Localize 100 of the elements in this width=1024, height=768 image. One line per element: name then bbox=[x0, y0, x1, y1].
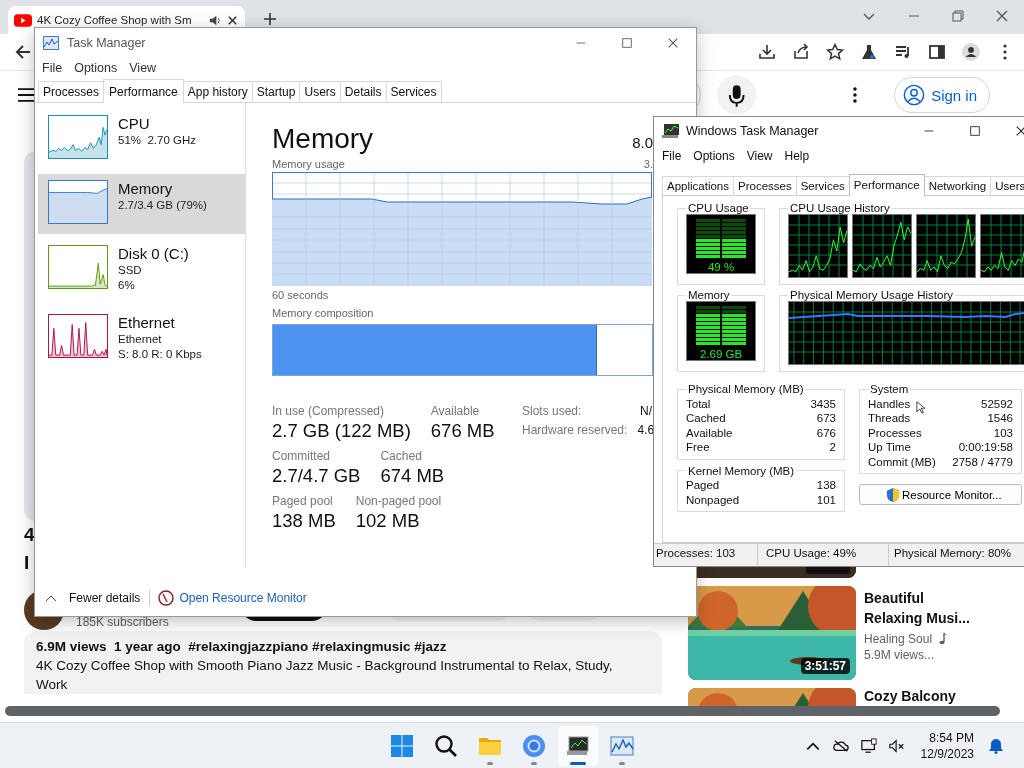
tab[interactable]: App history bbox=[182, 81, 253, 102]
tab[interactable]: Services bbox=[385, 81, 442, 102]
menu-item[interactable]: File bbox=[36, 60, 69, 75]
monitor-icon[interactable] bbox=[860, 738, 877, 754]
total-memory: 8.0 bbox=[632, 134, 653, 151]
resource-item[interactable]: Memory 2.7/3.4 GB (79%) bbox=[38, 174, 245, 234]
resource-item[interactable]: Disk 0 (C:) SSD 6% bbox=[38, 239, 245, 303]
menu-item[interactable]: View bbox=[740, 149, 779, 163]
menu-item[interactable]: File bbox=[656, 149, 688, 163]
stat-label: Up Time bbox=[868, 440, 911, 455]
duration-badge: 3:51:57 bbox=[800, 658, 850, 674]
chart-icon bbox=[43, 35, 59, 50]
close-icon[interactable] bbox=[226, 13, 239, 27]
video-title[interactable]: Beautiful Relaxing Musi... bbox=[864, 588, 982, 628]
description-box[interactable]: 6.9M views 1 year ago #relaxingjazzpiano #relaxingmusic #jazz 4K Cozy Coffee Shop with Smooth Piano Jazz Music - Background Instrumental to Relax, Study, Work bbox=[24, 631, 662, 694]
resource-detail: SSD bbox=[118, 263, 143, 278]
group-title: Physical Memory (MB) bbox=[687, 382, 805, 397]
description-text: Work bbox=[36, 676, 69, 694]
sign-in-button[interactable]: Sign in bbox=[894, 77, 990, 113]
graph-label: Memory usage bbox=[272, 158, 345, 170]
menu-item[interactable]: Options bbox=[68, 60, 124, 75]
group-title: System bbox=[869, 382, 910, 397]
spec-label: Slots used: bbox=[522, 404, 582, 418]
running-indicator bbox=[487, 762, 493, 765]
menu-item[interactable]: Options bbox=[687, 149, 741, 163]
fewer-details-link[interactable]: Fewer details bbox=[69, 591, 141, 605]
resource-monitor-button[interactable]: Resource Monitor... bbox=[859, 484, 1022, 505]
pointer-icon bbox=[916, 401, 925, 414]
shield-icon bbox=[886, 486, 900, 503]
status-bar-item: Processes: 103 bbox=[654, 544, 758, 566]
round-logo-icon bbox=[522, 734, 546, 758]
stat-value: 2.7/4.7 GB bbox=[272, 465, 361, 487]
window-title: Windows Task Manager bbox=[686, 124, 819, 138]
new-tab-icon[interactable] bbox=[263, 12, 277, 26]
search-icon bbox=[434, 734, 458, 758]
music-note-icon bbox=[938, 633, 947, 645]
resource-item[interactable]: Ethernet Ethernet S: 8.0 R: 0 Kbps bbox=[38, 308, 245, 372]
meter-reading: 49 % bbox=[707, 261, 735, 273]
resource-detail: Ethernet bbox=[118, 332, 163, 347]
resource-detail: 51% 2.70 GHz bbox=[118, 133, 196, 148]
group-title: Kernel Memory (MB) bbox=[687, 463, 796, 478]
resource-item[interactable]: CPU 51% 2.70 GHz bbox=[38, 109, 245, 169]
description-text: 4K Cozy Coffee Shop with Smooth Piano Jazz Music - Background Instrumental to Relax, Study, bbox=[36, 657, 614, 675]
video-title[interactable]: Cozy Balcony bbox=[864, 689, 982, 703]
tab[interactable]: Startup bbox=[251, 81, 301, 102]
cloud-off-icon[interactable] bbox=[832, 738, 849, 754]
resource-detail: 2.7/3.4 GB (79%) bbox=[118, 198, 207, 213]
status-bar-item: Physical Memory: 80% bbox=[893, 546, 1012, 561]
speaker-icon[interactable] bbox=[208, 13, 221, 27]
video-logo-icon bbox=[14, 13, 32, 27]
resource-detail: 6% bbox=[118, 278, 136, 293]
stat-value: 676 MB bbox=[430, 420, 495, 442]
stat-label: Available bbox=[430, 404, 481, 418]
chart-icon bbox=[610, 734, 634, 758]
resource-detail: S: 8.0 R: 0 Kbps bbox=[118, 347, 202, 362]
stat-label: Non-paged pool bbox=[355, 494, 442, 508]
monitor-chart-icon bbox=[566, 734, 590, 758]
time-span-label: 60 seconds bbox=[272, 289, 330, 301]
menu-item[interactable]: Help bbox=[778, 149, 816, 163]
star-icon[interactable] bbox=[824, 41, 846, 63]
resource-name: Ethernet bbox=[118, 314, 176, 332]
window-title: Task Manager bbox=[67, 35, 146, 50]
stat-value: 138 bbox=[816, 478, 836, 493]
status-bar-item: CPU Usage: 49% bbox=[758, 544, 889, 566]
tab[interactable]: Applications bbox=[662, 176, 734, 195]
tab[interactable]: Networking bbox=[923, 176, 992, 195]
stat-value: 1546 bbox=[987, 411, 1013, 426]
tab[interactable]: Performance bbox=[848, 174, 925, 196]
scroll-bar[interactable] bbox=[5, 706, 1000, 716]
menu-item[interactable]: View bbox=[123, 60, 163, 75]
running-indicator bbox=[619, 762, 625, 765]
running-indicator bbox=[570, 762, 586, 765]
bell-icon[interactable] bbox=[988, 738, 1004, 754]
profile-icon[interactable] bbox=[960, 41, 982, 63]
microphone-icon[interactable] bbox=[716, 75, 757, 115]
stat-value: 2 bbox=[829, 440, 836, 455]
meter-reading: 2.69 GB bbox=[699, 348, 743, 360]
taskbar-button[interactable] bbox=[558, 726, 598, 766]
stat-value: 0:00:19:58 bbox=[958, 440, 1013, 455]
spec-label: Hardware reserved: bbox=[522, 423, 628, 437]
chevron-up-icon[interactable] bbox=[45, 594, 57, 602]
stat-label: Handles bbox=[868, 396, 911, 411]
stat-label: Paged pool bbox=[272, 494, 334, 508]
menu-icon[interactable] bbox=[18, 88, 36, 102]
stat-label: Commit (MB) bbox=[868, 454, 936, 469]
speaker-muted-icon[interactable] bbox=[888, 738, 905, 754]
clock-time[interactable]: 8:54 PM bbox=[929, 730, 974, 746]
gauge-icon bbox=[158, 590, 175, 606]
stat-label: Nonpaged bbox=[686, 492, 740, 507]
channel-name[interactable]: Healing Soul bbox=[864, 632, 933, 646]
stat-value: 3435 bbox=[810, 396, 836, 411]
more-icon[interactable] bbox=[852, 86, 859, 104]
tab[interactable]: Processes bbox=[38, 81, 105, 102]
open-resource-monitor-link[interactable]: Open Resource Monitor bbox=[179, 591, 307, 605]
clock-date[interactable]: 12/9/2023 bbox=[920, 746, 974, 762]
view-count: 5.9M views... bbox=[864, 648, 936, 662]
tab[interactable]: Performance bbox=[103, 79, 184, 103]
stat-label: Free bbox=[686, 440, 710, 455]
spec-value: 4.6 bbox=[637, 423, 655, 437]
tab-title: 4K Cozy Coffee Shop with Sm bbox=[37, 14, 193, 26]
